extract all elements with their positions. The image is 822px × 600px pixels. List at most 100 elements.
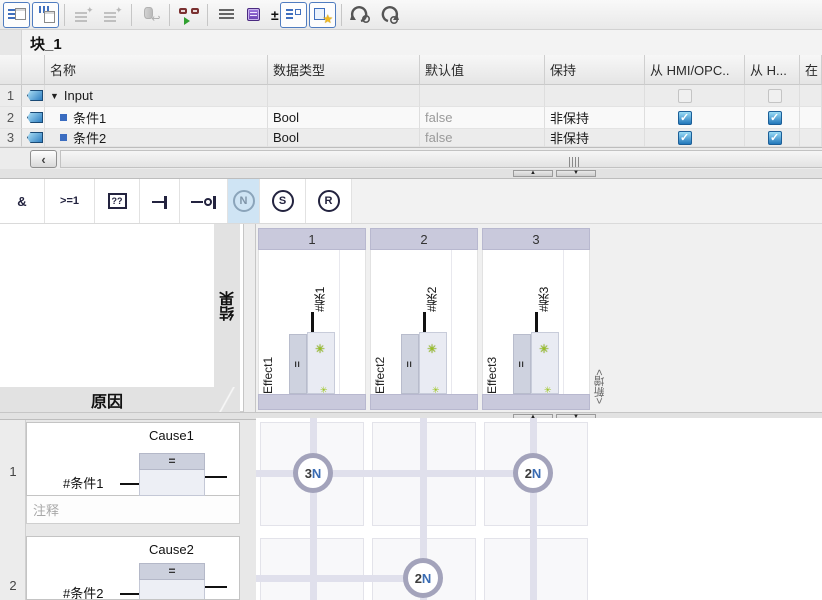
go-back-button[interactable] [376,2,403,28]
monitoring-button[interactable] [175,2,202,28]
or-gate-button[interactable]: >=1 [45,179,95,223]
effect-column-body[interactable]: #泵1 = ✳ ✳ Effect1 [258,250,366,395]
row-name[interactable]: 条件2 [73,129,106,146]
hmi-checkbox[interactable] [768,88,782,103]
cause-input-label[interactable]: #条件2 [63,583,103,599]
intersection-grid[interactable]: 3N 2N 2N [256,418,822,600]
header-default[interactable]: 默认值 [420,55,545,85]
row-datatype[interactable]: Bool [268,129,420,147]
empty-box-button[interactable]: ?? [95,179,140,223]
effect-column-header[interactable]: 2 [370,228,478,250]
effect-column-1[interactable]: 1 #泵1 = ✳ ✳ Effect1 [258,228,366,410]
effect-name-label[interactable]: Effect2 [373,330,387,394]
row-name[interactable]: 条件1 [73,108,106,127]
go-forward-button[interactable] [347,2,374,28]
effect-name-label[interactable]: Effect3 [485,330,499,394]
hmi-checkbox[interactable] [768,130,782,145]
hmi-opc-checkbox[interactable] [678,88,692,103]
and-gate-button[interactable]: & [0,179,45,223]
favorites-button[interactable]: ★ [308,1,336,28]
effect-name-label[interactable]: Effect1 [261,330,275,394]
assign-coil-block[interactable]: = [289,334,307,394]
coil-n-button[interactable]: N [228,179,260,223]
assign-coil-body[interactable] [139,470,205,496]
scrollbar-grip-icon[interactable] [569,157,579,167]
pane-splitter-top[interactable]: ▲ ▼ [0,169,822,179]
effect-column-3[interactable]: 3 #泵3 = ✳ ✳ Effect3 [482,228,590,410]
assign-coil-header[interactable]: = [139,453,205,470]
assign-coil-block[interactable]: = [401,334,419,394]
header-extra[interactable]: 在 [800,55,822,85]
row-default[interactable]: false [420,107,545,129]
cause-input-label[interactable]: #条件1 [63,473,103,492]
effect-column-header[interactable]: 1 [258,228,366,250]
effect-column-header[interactable]: 3 [482,228,590,250]
coil-r-button[interactable]: R [306,179,352,223]
cause-title[interactable]: Cause2 [149,542,194,557]
cause-comment-box[interactable]: 注释 [26,496,240,524]
effect-body-block[interactable]: ✳ ✳ [307,332,335,395]
reset-button[interactable]: ↩ [137,2,164,28]
row-retain[interactable]: 非保持 [545,129,645,147]
expander-icon[interactable]: ▼ [50,91,59,101]
row-retain[interactable] [545,85,645,107]
row-datatype[interactable] [268,85,420,107]
intersection-node-3n[interactable]: 3N [293,453,333,493]
hmi-checkbox[interactable] [768,110,782,125]
table-row-input[interactable]: 1 ▼ Input [0,85,822,107]
negated-contact-button[interactable] [180,179,228,223]
row-name[interactable]: Input [64,88,93,103]
assign-coil-block[interactable]: = [513,334,531,394]
header-hmi-short[interactable]: 从 H... [745,55,800,85]
effect-body-block[interactable]: ✳ ✳ [419,332,447,395]
header-datatype[interactable]: 数据类型 [268,55,420,85]
header-name[interactable]: 名称 [45,55,268,85]
add-star-icon[interactable]: ✳ [315,343,325,355]
table-horizontal-scrollbar[interactable]: ‹ [0,147,822,169]
cause-row-1[interactable]: Cause1 = #条件1 [26,422,240,496]
scroll-left-button[interactable]: ‹ [30,150,57,168]
effect-column-body[interactable]: #泵3 = ✳ ✳ Effect3 [482,250,590,395]
coil-s-button[interactable]: S [260,179,306,223]
effect-source-label[interactable]: #泵2 [423,256,440,312]
header-retain[interactable]: 保持 [545,55,645,85]
table-row-condition2[interactable]: 3 条件2 Bool false 非保持 [0,129,822,147]
scrollbar-track[interactable] [60,150,822,168]
hmi-opc-checkbox[interactable] [678,110,692,125]
hmi-opc-checkbox[interactable] [678,130,692,145]
table-row-condition1[interactable]: 2 条件1 Bool false 非保持 [0,107,822,129]
insert-column-button[interactable]: ✦ [99,2,126,28]
row-retain[interactable]: 非保持 [545,107,645,129]
effect-column-2[interactable]: 2 #泵2 = ✳ ✳ Effect2 [370,228,478,410]
row-default[interactable]: false [420,129,545,147]
download-button[interactable] [242,2,269,28]
add-effect-column-button[interactable] [32,1,59,28]
add-star-icon[interactable]: ✳ [539,343,549,355]
effect-column-body[interactable]: #泵2 = ✳ ✳ Effect2 [370,250,478,395]
add-star-icon[interactable]: ✳ [427,343,437,355]
add-star-icon-small[interactable]: ✳ [544,386,552,395]
overview-list-icon [284,6,302,24]
effect-source-label[interactable]: #泵1 [311,256,328,312]
intersection-node-2n-a[interactable]: 2N [513,453,553,493]
add-star-icon-small[interactable]: ✳ [320,386,328,395]
assign-coil-body[interactable] [139,580,205,599]
cause-title[interactable]: Cause1 [149,428,194,443]
row-datatype[interactable]: Bool [268,107,420,129]
intersection-node-2n-b[interactable]: 2N [403,558,443,598]
add-cause-row-button[interactable] [3,1,30,28]
contact-button[interactable] [140,179,180,223]
effect-source-label[interactable]: #泵3 [535,256,552,312]
collapse-up-button[interactable]: ▲ [513,170,553,177]
insert-row-button[interactable]: ✦ [70,2,97,28]
add-star-icon-small[interactable]: ✳ [432,386,440,395]
network-lines-button[interactable] [213,2,240,28]
header-hmi-opc[interactable]: 从 HMI/OPC.. [645,55,745,85]
collapse-down-button[interactable]: ▼ [556,170,596,177]
add-new-column-label[interactable]: <新增> [592,358,608,404]
row-default[interactable] [420,85,545,107]
effect-body-block[interactable]: ✳ ✳ [531,332,559,395]
cause-row-2[interactable]: Cause2 = #条件2 [26,536,240,600]
overview-button[interactable] [279,1,307,28]
assign-coil-header[interactable]: = [139,563,205,580]
